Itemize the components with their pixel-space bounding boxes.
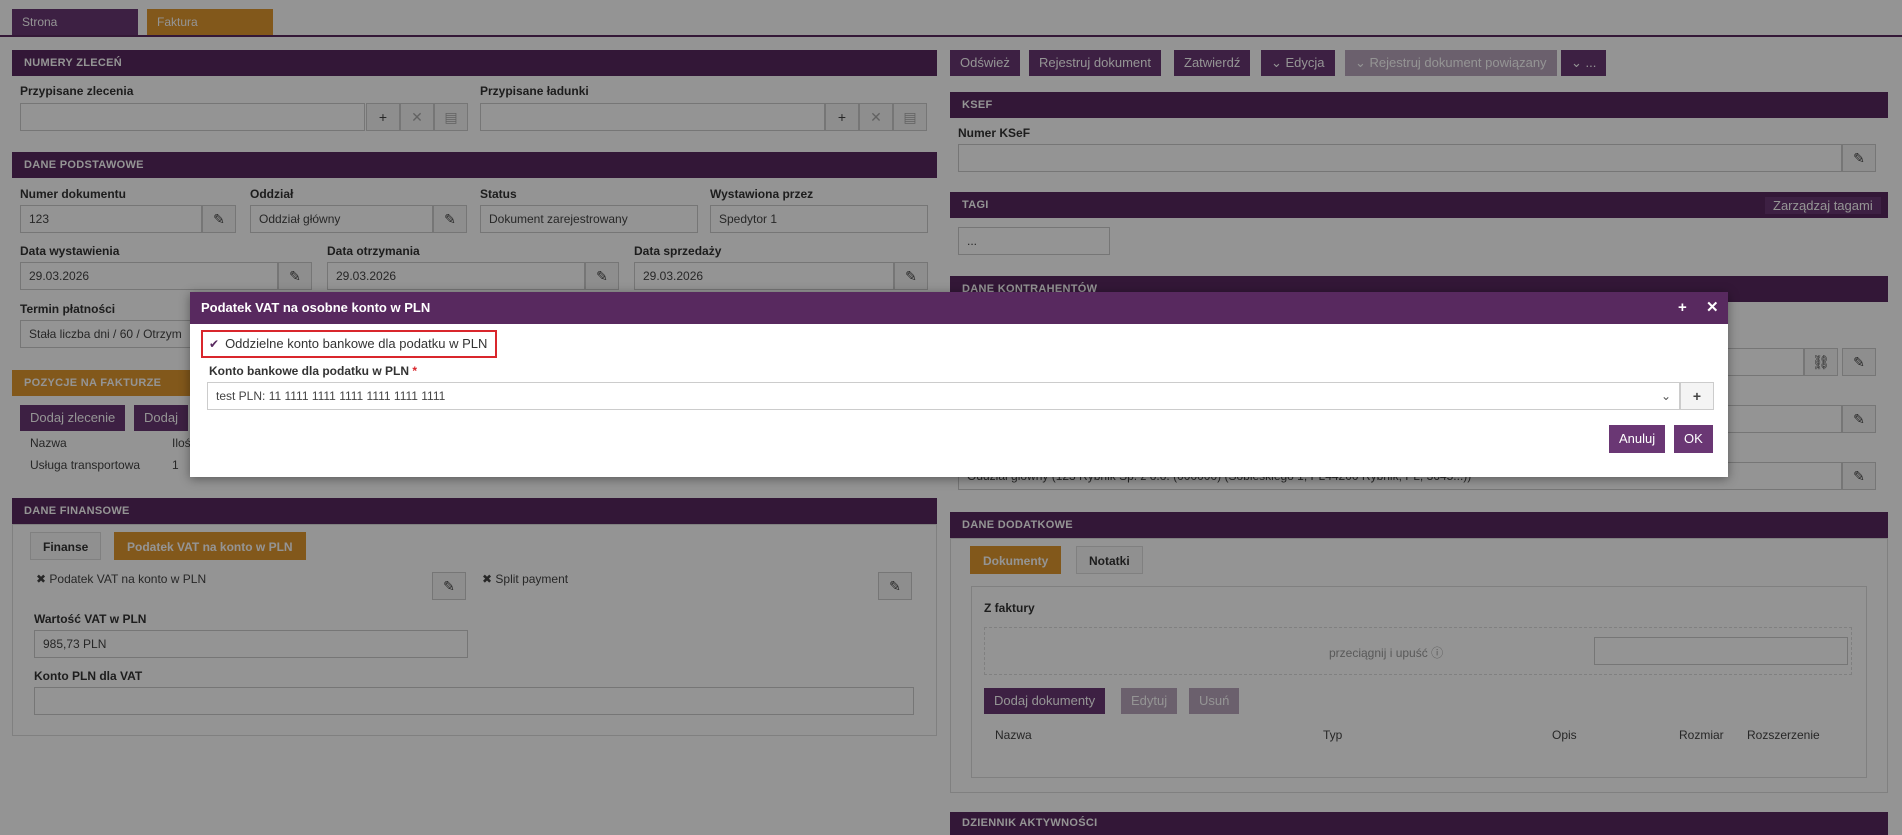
- dialog-title: Podatek VAT na osobne konto w PLN: [201, 300, 431, 315]
- checkbox-label: Oddzielne konto bankowe dla podatku w PL…: [225, 336, 488, 351]
- dialog-header: Podatek VAT na osobne konto w PLN: [190, 292, 1728, 324]
- ok-button[interactable]: OK: [1674, 425, 1713, 453]
- account-label: Konto bankowe dla podatku w PLN *: [209, 364, 417, 378]
- account-select[interactable]: test PLN: 11 1111 1111 1111 1111 1111 11…: [207, 382, 1680, 410]
- account-select-value: test PLN: 11 1111 1111 1111 1111 1111 11…: [216, 389, 446, 403]
- add-account-icon[interactable]: +: [1680, 382, 1714, 410]
- checkmark-icon: ✔: [209, 337, 220, 351]
- cancel-button[interactable]: Anuluj: [1609, 425, 1666, 453]
- vat-account-dialog: Podatek VAT na osobne konto w PLN + ✕ ✔ O…: [190, 292, 1728, 477]
- required-mark: *: [412, 364, 418, 378]
- account-label-text: Konto bankowe dla podatku w PLN: [209, 364, 410, 378]
- maximize-icon[interactable]: +: [1678, 292, 1687, 324]
- chevron-down-icon: ⌄: [1660, 389, 1671, 403]
- separate-account-checkbox[interactable]: ✔ Oddzielne konto bankowe dla podatku w P…: [201, 330, 497, 358]
- close-icon[interactable]: ✕: [1706, 292, 1719, 324]
